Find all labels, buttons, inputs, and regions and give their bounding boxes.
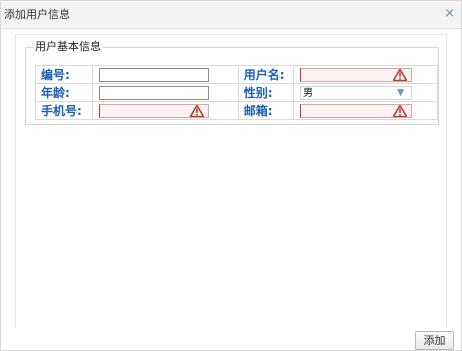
- gender-select-value: 男: [303, 87, 314, 99]
- dialog-titlebar: 添加用户信息 ×: [1, 1, 461, 29]
- id-input[interactable]: [99, 67, 210, 82]
- email-input[interactable]: [300, 103, 413, 118]
- age-label: 年龄:: [34, 83, 94, 102]
- dialog-body: 用户基本信息 编号: 用户名: 年龄: 性别: 男 ▼ 手机号: 邮箱:: [15, 34, 447, 330]
- phone-label: 手机号:: [34, 101, 94, 120]
- age-cell: [92, 83, 239, 102]
- basic-info-group: 用户基本信息 编号: 用户名: 年龄: 性别: 男 ▼ 手机号: 邮箱:: [25, 41, 439, 125]
- form-row-age: 年龄: 性别: 男 ▼: [34, 83, 438, 102]
- close-icon[interactable]: ×: [444, 6, 455, 22]
- dialog-title: 添加用户信息: [4, 8, 70, 21]
- add-user-dialog: 添加用户信息 × 用户基本信息 编号: 用户名: 年龄: 性别: 男 ▼ 手机号…: [0, 0, 462, 351]
- id-label: 编号:: [34, 65, 94, 84]
- phone-cell: [92, 101, 239, 120]
- form-row-id: 编号: 用户名:: [34, 65, 438, 84]
- email-cell: [293, 101, 438, 120]
- username-label: 用户名:: [237, 65, 295, 84]
- group-legend: 用户基本信息: [35, 40, 101, 53]
- form-row-phone: 手机号: 邮箱:: [34, 101, 438, 120]
- gender-select[interactable]: 男 ▼: [300, 85, 413, 100]
- age-input[interactable]: [99, 85, 210, 100]
- id-cell: [92, 65, 239, 84]
- add-button[interactable]: 添加: [415, 331, 454, 350]
- gender-cell: 男 ▼: [293, 83, 438, 102]
- warning-icon: [393, 68, 408, 81]
- gender-label: 性别:: [237, 83, 295, 102]
- username-input[interactable]: [300, 67, 413, 82]
- email-label: 邮箱:: [237, 101, 295, 120]
- warning-icon: [190, 104, 205, 117]
- chevron-down-icon: ▼: [397, 87, 405, 98]
- warning-icon: [393, 104, 408, 117]
- username-cell: [293, 65, 438, 84]
- user-form-table: 编号: 用户名: 年龄: 性别: 男 ▼ 手机号: 邮箱:: [34, 65, 438, 120]
- dialog-footer: 添加: [1, 328, 461, 350]
- phone-input[interactable]: [99, 103, 210, 118]
